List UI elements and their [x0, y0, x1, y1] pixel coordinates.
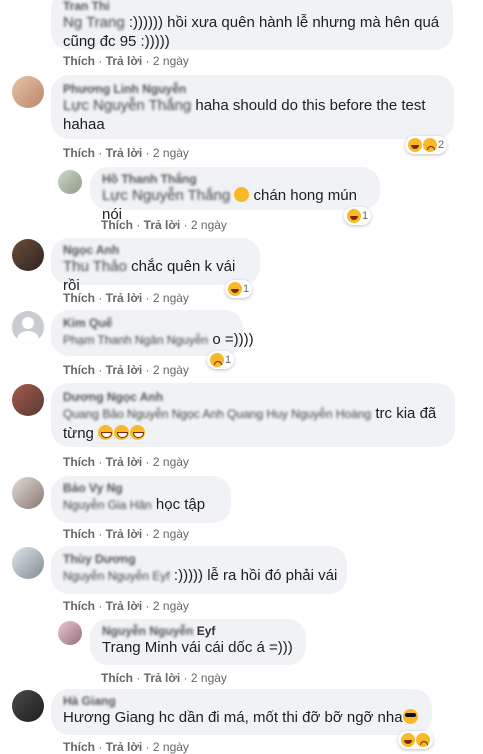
comment-author[interactable]: Tran Thi — [63, 0, 441, 13]
sunglasses-emoji-icon — [402, 709, 418, 724]
timestamp[interactable]: 2 ngày — [153, 291, 189, 305]
reaction-summary[interactable]: 1 — [344, 207, 372, 225]
sad-reaction-icon — [210, 353, 224, 367]
like-link[interactable]: Thích — [101, 218, 133, 232]
reaction-summary[interactable]: 1 — [225, 280, 253, 298]
comment-bubble: Hồ Thanh Thắng Lực Nguyễn Thắng chán hon… — [90, 167, 380, 223]
like-link[interactable]: Thích — [101, 671, 133, 685]
avatar[interactable] — [12, 690, 44, 722]
comment-text: Trang Minh vái cái dốc á =))) — [102, 639, 293, 656]
comment-bubble: Tran Thi Ng Trang :)))))) hồi xưa quên h… — [51, 0, 453, 50]
comment-text-line2: cũng đc 95 :))))) — [63, 33, 170, 50]
like-link[interactable]: Thích — [63, 599, 95, 613]
comment-text: Phạm Thanh Ngân Nguyễn o =)))) — [63, 331, 254, 348]
comment-actions: Thích · Trả lời · 2 ngày — [63, 740, 189, 754]
timestamp[interactable]: 2 ngày — [153, 146, 189, 160]
grin-emoji-icon — [130, 425, 146, 440]
reaction-summary[interactable] — [398, 731, 433, 749]
comment-bubble: Ngọc Anh Thu Thảo chắc quên k vái rồi — [51, 238, 260, 294]
timestamp[interactable]: 2 ngày — [153, 527, 189, 541]
like-link[interactable]: Thích — [63, 146, 95, 160]
comment-author[interactable]: Ngọc Anh — [63, 243, 248, 257]
timestamp[interactable]: 2 ngày — [191, 671, 227, 685]
avatar[interactable] — [12, 239, 44, 271]
comment-actions: Thích · Trả lời · 2 ngày — [63, 455, 189, 469]
comment-author[interactable]: Kim Quế — [63, 316, 231, 330]
haha-reaction-icon — [347, 209, 361, 223]
comment-bubble: Dương Ngọc Anh Quang Bảo Nguyễn Ngọc Anh… — [51, 383, 455, 447]
reply-link[interactable]: Trả lời — [106, 740, 143, 754]
avatar[interactable] — [58, 170, 82, 194]
comment-actions: Thích · Trả lời · 2 ngày — [63, 363, 189, 377]
reply-link[interactable]: Trả lời — [106, 146, 143, 160]
comment-text: Ng Trang :)))))) hồi xưa quên hành lễ nh… — [63, 14, 440, 31]
timestamp[interactable]: 2 ngày — [153, 740, 189, 754]
comment-actions: Thích · Trả lời · 2 ngày — [101, 218, 227, 232]
sad-reaction-icon — [416, 733, 430, 747]
grin-emoji-icon — [114, 425, 130, 440]
comment-bubble: Hà Giang Hương Giang hc dần đi má, mốt t… — [51, 689, 432, 735]
comment-text: Hương Giang hc dần đi má, mốt thi đỡ bỡ … — [63, 708, 420, 727]
reply-link[interactable]: Trả lời — [106, 455, 143, 469]
comment-bubble: Phương Linh Nguyễn Lực Nguyễn Thắng haha… — [51, 75, 454, 139]
comment-text: Quang Bảo Nguyễn Ngọc Anh Quang Huy Nguy… — [63, 405, 437, 422]
comment-actions: Thích · Trả lời · 2 ngày — [63, 599, 189, 613]
reply-link[interactable]: Trả lời — [144, 218, 181, 232]
comment-text: Thu Thảo chắc quên k vái rồi — [63, 258, 236, 294]
haha-reaction-icon — [408, 138, 422, 152]
comment-actions: Thích · Trả lời · 2 ngày — [63, 291, 189, 305]
comment-author-line: Nguyễn Nguyễn Eyf — [102, 624, 216, 638]
haha-reaction-icon — [228, 282, 242, 296]
timestamp[interactable]: 2 ngày — [153, 54, 189, 68]
comment-text: Lực Nguyễn Thắng haha should do this bef… — [63, 97, 426, 114]
comment-author[interactable]: Dương Ngọc Anh — [63, 390, 443, 404]
comment-author[interactable]: Nguyễn Nguyễn — [102, 624, 193, 638]
avatar[interactable] — [58, 621, 82, 645]
reply-link[interactable]: Trả lời — [144, 671, 181, 685]
like-link[interactable]: Thích — [63, 740, 95, 754]
comment-bubble: Bảo Vy Ng Nguyễn Gia Hân học tập — [51, 476, 231, 523]
reply-link[interactable]: Trả lời — [106, 527, 143, 541]
timestamp[interactable]: 2 ngày — [153, 363, 189, 377]
comment-author[interactable]: Bảo Vy Ng — [63, 481, 219, 495]
comment-text-line2: hahaa — [63, 116, 105, 133]
avatar[interactable] — [12, 477, 44, 509]
comment-actions: Thích · Trả lời · 2 ngày — [63, 54, 189, 68]
like-link[interactable]: Thích — [63, 54, 95, 68]
reaction-summary[interactable]: 2 — [405, 136, 448, 154]
comment-author[interactable]: Hồ Thanh Thắng — [102, 172, 368, 186]
avatar[interactable] — [12, 384, 44, 416]
grin-emoji-icon — [98, 425, 114, 440]
reaction-summary[interactable]: 1 — [207, 351, 235, 369]
comment-author[interactable]: Thùy Dương — [63, 552, 335, 566]
default-avatar-icon[interactable] — [12, 311, 44, 343]
like-link[interactable]: Thích — [63, 455, 95, 469]
comment-text-line2: từng — [63, 424, 443, 443]
like-link[interactable]: Thích — [63, 527, 95, 541]
comment-author[interactable]: Hà Giang — [63, 694, 420, 708]
reply-link[interactable]: Trả lời — [106, 54, 143, 68]
timestamp[interactable]: 2 ngày — [191, 218, 227, 232]
comment-author[interactable]: Phương Linh Nguyễn — [63, 82, 442, 96]
avatar[interactable] — [12, 76, 44, 108]
timestamp[interactable]: 2 ngày — [153, 455, 189, 469]
reply-link[interactable]: Trả lời — [106, 599, 143, 613]
comment-actions: Thích · Trả lời · 2 ngày — [63, 527, 189, 541]
like-link[interactable]: Thích — [63, 291, 95, 305]
reply-link[interactable]: Trả lời — [106, 291, 143, 305]
smile-emoji-icon — [234, 187, 250, 202]
avatar[interactable] — [12, 547, 44, 579]
comment-actions: Thích · Trả lời · 2 ngày — [101, 671, 227, 685]
comment-actions: Thích · Trả lời · 2 ngày — [63, 146, 189, 160]
haha-reaction-icon — [401, 733, 415, 747]
comment-bubble: Nguyễn Nguyễn Eyf Trang Minh vái cái dốc… — [90, 619, 306, 665]
reply-link[interactable]: Trả lời — [106, 363, 143, 377]
comment-text: Nguyễn Nguyễn Eyf :))))) lễ ra hồi đó ph… — [63, 567, 338, 584]
sad-reaction-icon — [423, 138, 437, 152]
comment-text: Nguyễn Gia Hân học tập — [63, 496, 206, 513]
comment-bubble: Thùy Dương Nguyễn Nguyễn Eyf :))))) lễ r… — [51, 546, 347, 594]
like-link[interactable]: Thích — [63, 363, 95, 377]
timestamp[interactable]: 2 ngày — [153, 599, 189, 613]
comment-bubble: Kim Quế Phạm Thanh Ngân Nguyễn o =)))) — [51, 310, 254, 356]
